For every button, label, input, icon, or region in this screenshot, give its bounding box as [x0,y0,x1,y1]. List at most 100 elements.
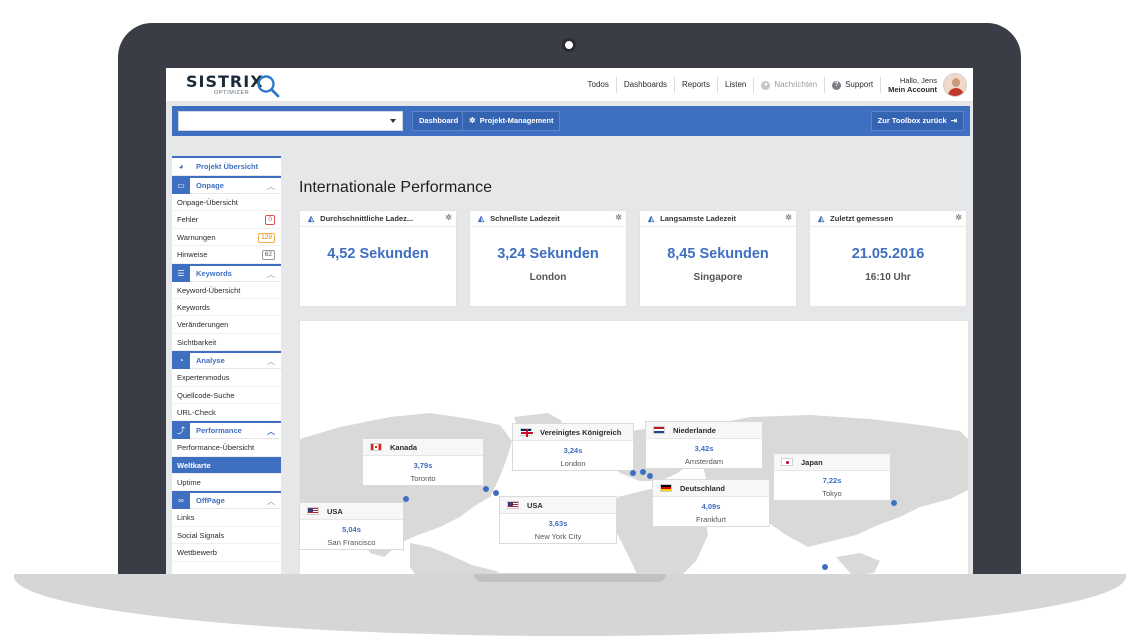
sidebar-item-social-signals[interactable]: Social Signals [172,527,281,545]
sidebar-item-world-map[interactable]: Weltkarte [172,456,281,475]
sidebar-item-onpage-overview[interactable]: Onpage-Übersicht [172,194,281,212]
sidebar-item-source-search[interactable]: Quellcode-Suche [172,387,281,404]
sidebar-item-expert-mode[interactable]: Expertenmodus [172,369,281,387]
sidebar-item-hints[interactable]: Hinweise 62 [172,246,281,264]
onpage-title: Onpage [196,181,224,190]
hints-count-badge: 62 [261,250,275,261]
sidebar-item-performance-overview[interactable]: Performance-Übersicht [172,439,281,457]
tooltip-country: Kanada [390,442,418,452]
tooltip-value: 3,63s [548,519,568,528]
sidebar-item-uptime[interactable]: Uptime [172,474,281,492]
sidebar-item-keyword-overview[interactable]: Keyword-Übersicht [172,282,281,299]
nav-todos[interactable]: Todos [581,77,617,93]
errors-label: Fehler [177,215,199,225]
sidebar-item-errors[interactable]: Fehler 0 [172,211,281,229]
nav-listen[interactable]: Listen [718,77,755,93]
tooltip-header: Niederlande [646,422,762,439]
chevron-up-icon: ︿ [267,269,275,279]
sidebar-item-warnings[interactable]: Warnungen 129 [172,229,281,247]
gear-icon[interactable]: ✲ [615,213,622,222]
pie-chart-icon: ◔ [172,352,190,370]
hints-label: Hinweise [177,250,208,260]
tooltip-header: USA [500,497,616,514]
card-header: ◭ Langsamste Ladezeit ✲ [640,211,796,227]
back-to-toolbox-button[interactable]: Zur Toolbox zurück ⇥ [870,111,964,131]
gear-icon[interactable]: ✲ [785,213,792,222]
chevron-up-icon: ︿ [267,357,275,367]
laptop-base [14,574,1126,636]
map-tooltip-usa-san-francisco[interactable]: USA 5,04s San Francisco [299,502,404,550]
map-marker-toronto[interactable] [483,486,489,492]
logo-text: SISTRIX [186,72,264,91]
sistrix-logo[interactable]: SISTRIX OPTIMIZER [186,72,280,98]
sidebar-item-url-check[interactable]: URL-Check [172,404,281,422]
caret-down-icon [390,119,396,123]
tooltip-country: USA [527,500,543,510]
tooltip-header: Japan [774,454,890,471]
sidebar-section-onpage[interactable]: ▭ Onpage ︿ [172,176,281,194]
map-marker-new-york[interactable] [493,490,499,496]
map-marker-san-francisco[interactable] [403,496,409,502]
canada-flag-icon [370,443,382,451]
gear-icon[interactable]: ✲ [955,213,962,222]
map-marker-frankfurt[interactable] [647,473,653,479]
germany-flag-icon [660,484,672,492]
avatar[interactable] [943,73,967,97]
dashboard-button[interactable]: Dashboard [412,111,466,131]
keywords-title: Keywords [196,268,232,278]
sidebar-item-project-overview[interactable]: ◕ Projekt Übersicht [172,156,281,176]
metric-card-average: ◭ Durchschnittliche Ladez... ✲ 4,52 Seku… [299,210,457,307]
sidebar-item-visibility[interactable]: Sichtbarkeit [172,334,281,352]
nav-reports[interactable]: Reports [675,77,719,93]
account-label: Mein Account [888,85,937,94]
app-screen: SISTRIX OPTIMIZER Todos Dashboards Repor… [166,68,973,574]
sidebar-item-competition[interactable]: Wettbewerb [172,544,281,562]
map-marker-london[interactable] [630,470,636,476]
account-menu[interactable]: Hallo, Jens Mein Account [881,76,937,94]
map-marker-singapore[interactable] [822,564,828,570]
notifications-label: Nachrichten [774,80,818,89]
laptop-mockup: SISTRIX OPTIMIZER Todos Dashboards Repor… [0,0,1140,643]
map-tooltip-usa-new-york[interactable]: USA 3,63s New York City [499,496,617,544]
nav-support[interactable]: ? Support [825,77,882,93]
sidebar-section-analyse[interactable]: ◔ Analyse ︿ [172,351,281,370]
map-marker-amsterdam[interactable] [640,469,646,475]
dashboard-button-label: Dashboard [419,116,459,125]
card-subtitle: 16:10 Uhr [865,272,911,283]
bell-icon: ● [761,80,771,90]
logo-subtitle: OPTIMIZER [214,90,250,96]
blue-toolbar: Dashboard ✲ Projekt-Management Zur Toolb… [172,106,970,136]
sidebar-item-links[interactable]: Links [172,509,281,527]
tooltip-country: USA [327,506,343,516]
sidebar-overview-label: Projekt Übersicht [196,162,259,171]
map-marker-tokyo[interactable] [891,500,897,506]
sidebar-item-changes[interactable]: Veränderungen [172,316,281,334]
tooltip-country: Japan [801,457,823,467]
sidebar-item-keywords[interactable]: Keywords [172,299,281,317]
back-to-toolbox-label: Zur Toolbox zurück [877,116,947,125]
metric-card-fastest: ◭ Schnellste Ladezeit ✲ 3,24 Sekunden Lo… [469,210,627,307]
gear-icon[interactable]: ✲ [445,213,452,222]
nav-notifications[interactable]: ● Nachrichten [754,77,826,93]
map-tooltip-niederlande[interactable]: Niederlande 3,42s Amsterdam [645,421,763,469]
sidebar-section-performance[interactable]: ⤴ Performance ︿ [172,421,281,440]
map-tooltip-vereinigtes-koenigreich[interactable]: Vereinigtes Königreich 3,24s London [512,423,634,471]
project-select[interactable] [178,111,403,131]
area-chart-icon: ◭ [648,214,655,223]
map-tooltip-japan[interactable]: Japan 7,22s Tokyo [773,453,891,501]
sidebar-section-offpage[interactable]: ∞ OffPage ︿ [172,491,281,510]
map-tooltip-kanada[interactable]: Kanada 3,79s Toronto [362,438,484,486]
support-label: Support [845,80,874,89]
list-icon: ☰ [172,264,190,282]
nav-dashboards[interactable]: Dashboards [617,77,676,93]
map-tooltip-deutschland[interactable]: Deutschland 4,09s Frankfurt [652,479,770,527]
project-management-button[interactable]: ✲ Projekt-Management [462,111,561,131]
tooltip-city: Tokyo [822,489,842,498]
tooltip-value: 4,09s [701,502,721,511]
card-subtitle: Singapore [693,272,743,283]
uk-flag-icon [520,428,533,437]
card-header: ◭ Schnellste Ladezeit ✲ [470,211,626,227]
sidebar-section-keywords[interactable]: ☰ Keywords ︿ [172,263,281,282]
tooltip-value: 3,79s [413,461,433,470]
metric-card-slowest: ◭ Langsamste Ladezeit ✲ 8,45 Sekunden Si… [639,210,797,307]
